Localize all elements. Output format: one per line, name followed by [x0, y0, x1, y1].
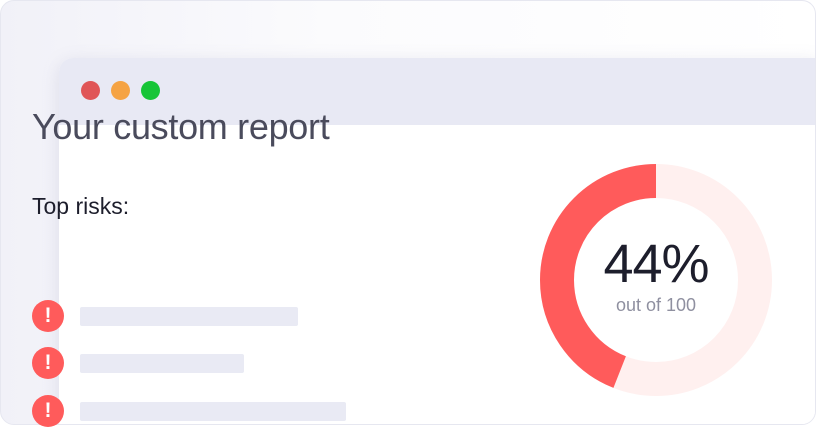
exclamation-icon: !: [32, 395, 64, 427]
report-title: Your custom report: [32, 106, 330, 147]
risk-placeholder-bar: [80, 402, 346, 421]
score-percent: 44%: [603, 234, 709, 294]
top-risks-heading: Top risks:: [32, 193, 130, 219]
close-window-dot[interactable]: [81, 81, 100, 100]
score-donut: 44% out of 100: [539, 163, 773, 397]
maximize-window-dot[interactable]: [141, 81, 160, 100]
score-center: 44% out of 100: [539, 163, 773, 397]
minimize-window-dot[interactable]: [111, 81, 130, 100]
exclamation-icon: !: [32, 300, 64, 332]
risk-placeholder-bar: [80, 354, 244, 373]
risk-placeholder-bar: [80, 307, 298, 326]
score-caption: out of 100: [615, 295, 697, 315]
exclamation-icon: !: [32, 347, 64, 379]
